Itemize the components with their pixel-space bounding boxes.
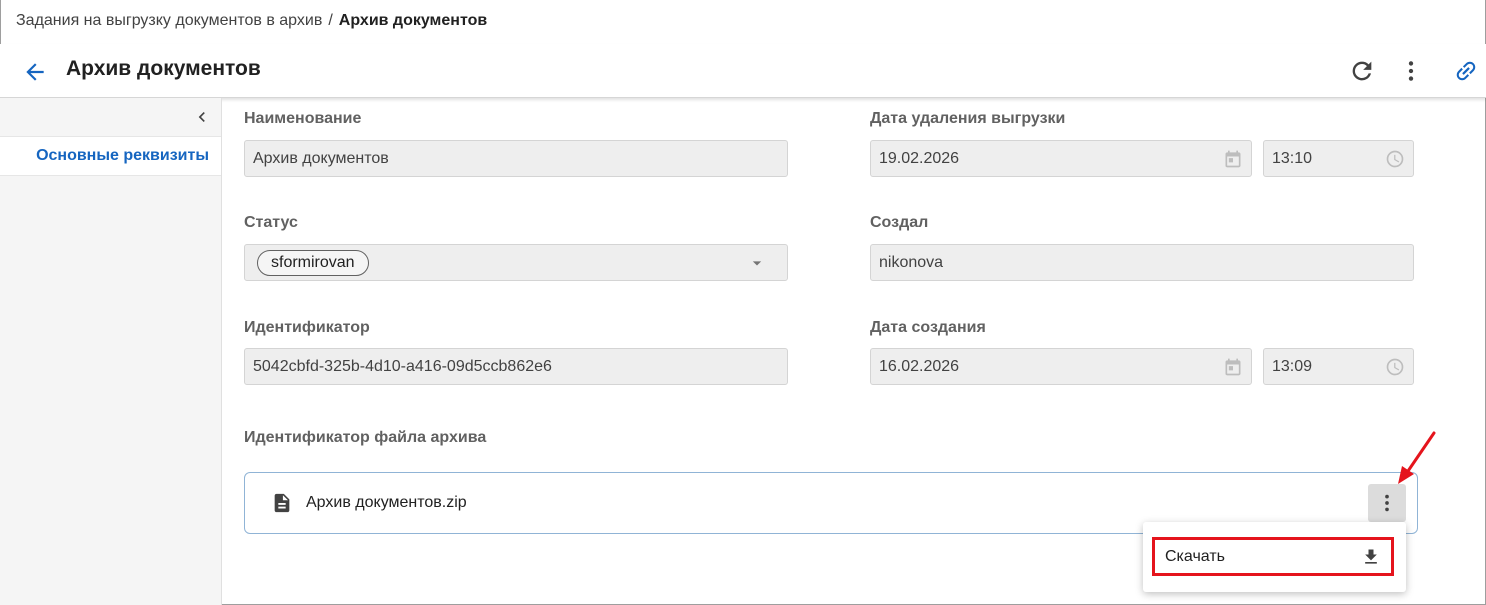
sidebar: Основные реквизиты xyxy=(0,98,222,605)
status-chip: sformirovan xyxy=(257,249,369,276)
clock-icon[interactable] xyxy=(1385,357,1405,377)
more-vert-icon xyxy=(1385,494,1389,512)
name-field[interactable]: Архив документов xyxy=(244,140,788,177)
download-menu-item[interactable]: Скачать xyxy=(1152,537,1394,576)
dropdown-arrow-icon xyxy=(747,253,767,273)
identifier-value: 5042cbfd-325b-4d10-a416-09d5ccb862e6 xyxy=(253,357,552,375)
archive-file-name[interactable]: Архив документов.zip xyxy=(306,494,467,512)
file-context-menu: Скачать xyxy=(1143,522,1406,592)
refresh-icon xyxy=(1352,61,1372,81)
name-label: Наименование xyxy=(244,110,362,127)
refresh-button[interactable] xyxy=(1347,56,1377,86)
delete-date-label: Дата удаления выгрузки xyxy=(870,110,1066,127)
copy-link-button[interactable] xyxy=(1451,56,1481,86)
chevron-left-icon xyxy=(198,112,205,122)
download-icon xyxy=(1365,549,1377,564)
clock-icon[interactable] xyxy=(1385,149,1405,169)
created-date-value: 16.02.2026 xyxy=(879,357,960,375)
calendar-icon[interactable] xyxy=(1223,357,1243,377)
created-time-field[interactable]: 13:09 xyxy=(1263,348,1414,385)
archive-file-label: Идентификатор файла архива xyxy=(244,429,487,446)
page-title: Архив документов xyxy=(66,57,261,80)
sidebar-item-main-details[interactable]: Основные реквизиты xyxy=(0,136,221,176)
breadcrumb-current: Архив документов xyxy=(338,12,488,29)
created-by-value: nikonova xyxy=(879,253,944,271)
delete-time-value: 13:10 xyxy=(1272,149,1313,167)
identifier-label: Идентификатор xyxy=(244,319,370,336)
breadcrumb-separator: / xyxy=(328,12,333,29)
calendar-icon[interactable] xyxy=(1223,149,1243,169)
download-label: Скачать xyxy=(1165,548,1225,565)
page-header: Архив документов xyxy=(0,44,1486,98)
breadcrumb: Задания на выгрузку документов в архив / А… xyxy=(16,12,487,30)
created-by-field[interactable]: nikonova xyxy=(870,244,1414,281)
sidebar-collapse-button[interactable] xyxy=(191,106,213,128)
created-date-label: Дата создания xyxy=(870,319,986,336)
annotation-arrow-icon xyxy=(1398,431,1436,484)
created-by-label: Создал xyxy=(870,214,929,231)
status-label: Статус xyxy=(244,214,298,231)
sidebar-item-label: Основные реквизиты xyxy=(36,147,209,164)
more-options-button[interactable] xyxy=(1396,56,1426,86)
back-button[interactable] xyxy=(20,57,50,87)
link-icon xyxy=(1456,61,1476,81)
file-menu-button[interactable] xyxy=(1368,484,1406,522)
created-time-value: 13:09 xyxy=(1272,357,1313,375)
more-vert-icon xyxy=(1408,61,1414,81)
delete-date-field[interactable]: 19.02.2026 xyxy=(870,140,1252,177)
name-value: Архив документов xyxy=(253,149,389,167)
created-date-field[interactable]: 16.02.2026 xyxy=(870,348,1252,385)
breadcrumb-parent-link[interactable]: Задания на выгрузку документов в архив xyxy=(16,12,322,29)
document-icon xyxy=(274,493,290,513)
identifier-field[interactable]: 5042cbfd-325b-4d10-a416-09d5ccb862e6 xyxy=(244,348,788,385)
delete-time-field[interactable]: 13:10 xyxy=(1263,140,1414,177)
delete-date-value: 19.02.2026 xyxy=(879,149,960,167)
arrow-back-icon xyxy=(26,63,44,81)
status-select[interactable]: sformirovan xyxy=(244,244,788,281)
